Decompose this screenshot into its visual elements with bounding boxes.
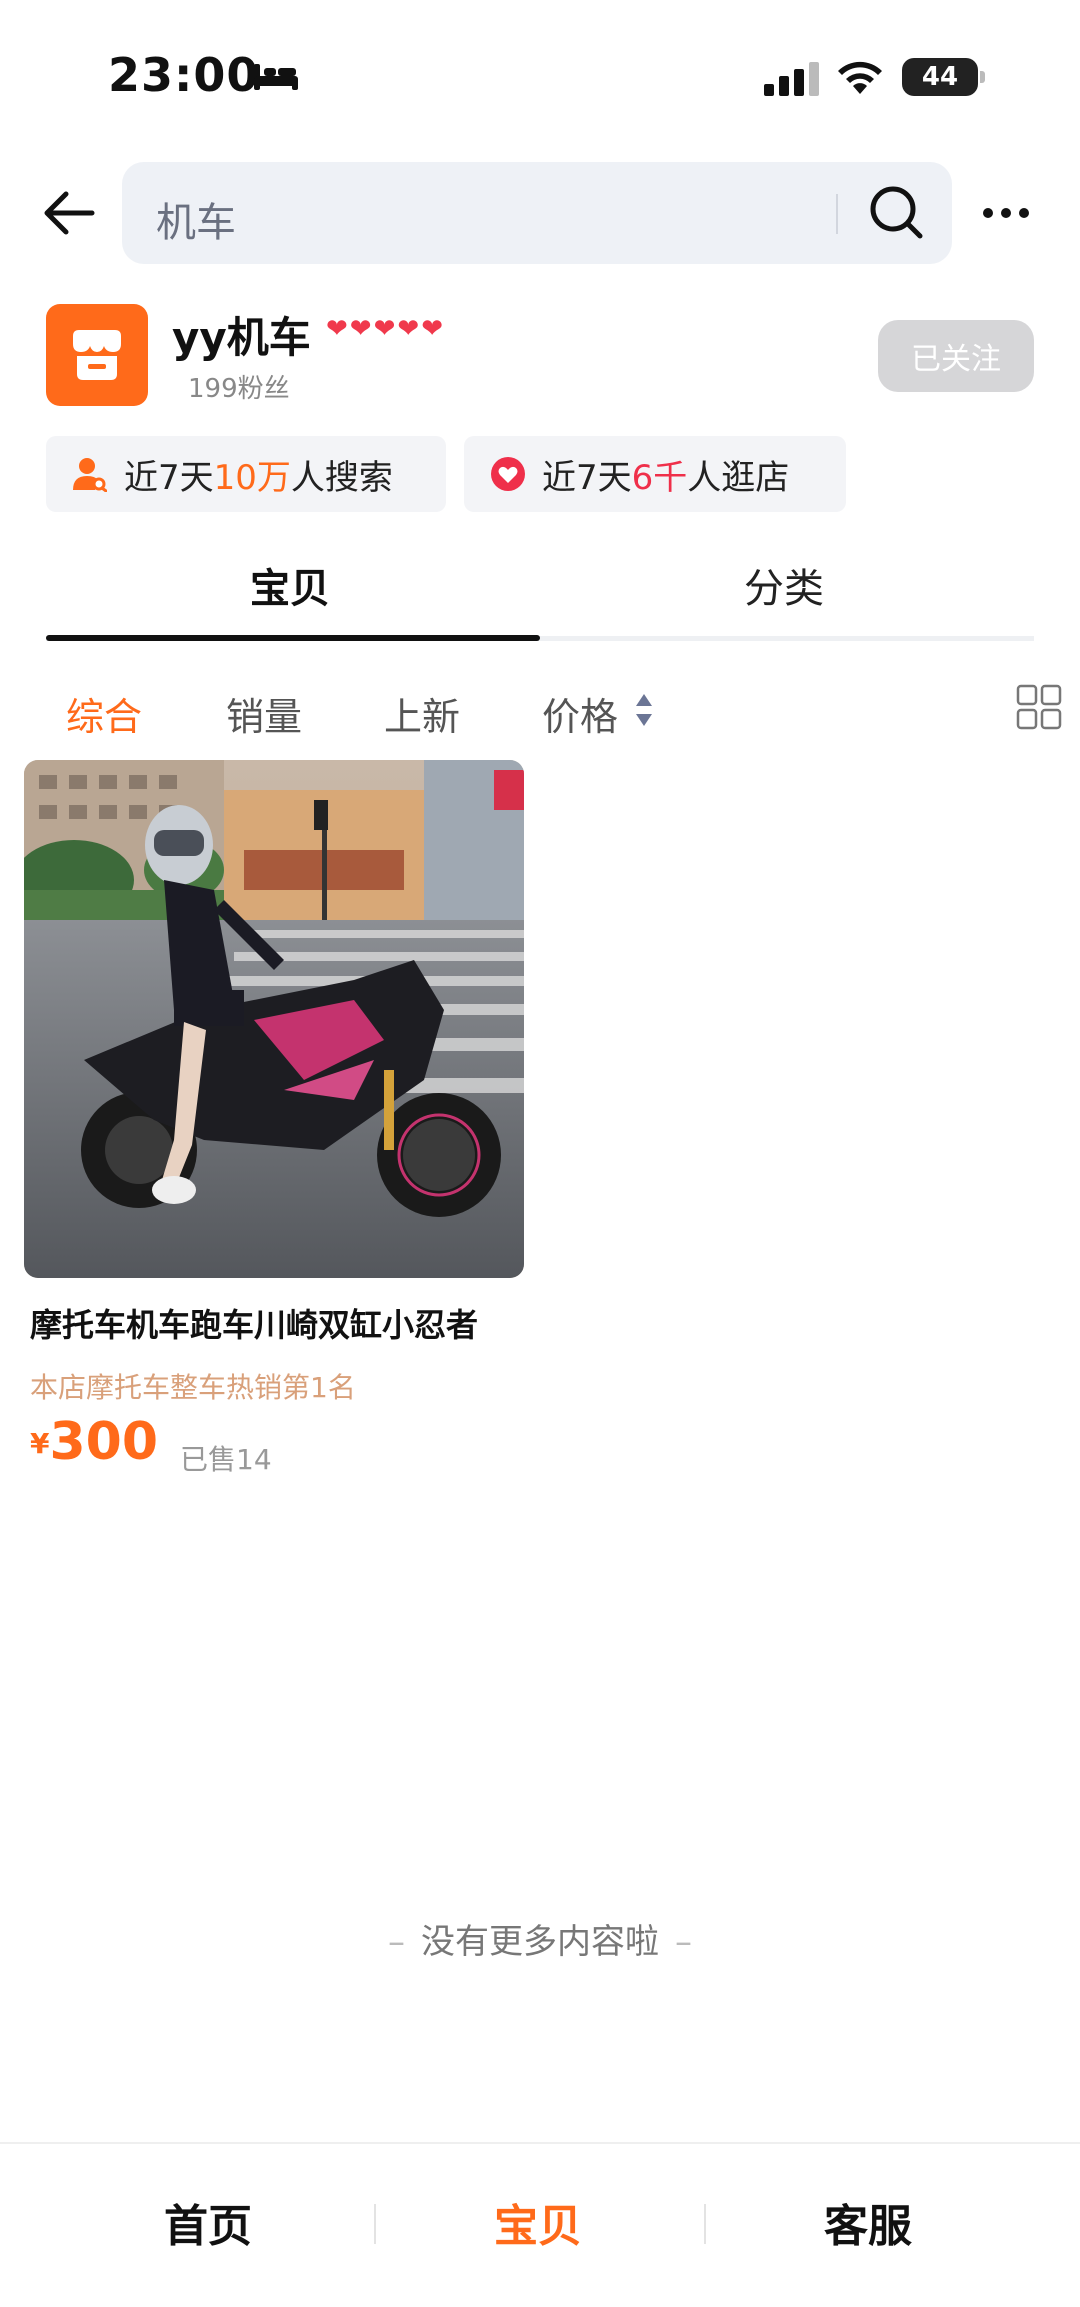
wifi-icon — [838, 61, 882, 94]
heart-icon: ❤ — [397, 314, 420, 344]
user-search-icon — [70, 454, 110, 494]
sleep-bed-icon — [254, 64, 298, 90]
nav-divider — [374, 2204, 376, 2244]
sort-arrows-icon[interactable] — [634, 692, 654, 728]
heart-badge-icon — [488, 454, 528, 494]
search-divider — [836, 194, 838, 234]
nav-customer-service[interactable]: 客服 — [824, 2190, 912, 2254]
shop-fans-count: 199粉丝 — [188, 374, 290, 404]
heart-icon: ❤ — [349, 314, 372, 344]
back-arrow-icon[interactable] — [42, 188, 96, 238]
heart-icon: ❤ — [421, 314, 443, 344]
visit-stat-suffix: 人逛店 — [687, 457, 790, 498]
nav-divider — [704, 2204, 706, 2244]
price-value: 300 — [49, 1412, 159, 1472]
product-title[interactable]: 摩托车机车跑车川崎双缸小忍者 — [30, 1300, 478, 1346]
heart-icon: ❤ — [326, 314, 348, 344]
search-stat-chip: 近7天 10万 人搜索 — [46, 436, 446, 512]
heart-icon: ❤ — [373, 314, 396, 344]
search-stat-number: 10万 — [213, 457, 291, 498]
sort-new[interactable]: 上新 — [384, 686, 460, 741]
more-options-icon[interactable] — [980, 200, 1032, 226]
grid-view-icon[interactable] — [1016, 684, 1062, 730]
tab-products[interactable]: 宝贝 — [250, 556, 330, 614]
search-stat-suffix: 人搜索 — [290, 457, 393, 498]
price-currency: ¥ — [30, 1427, 50, 1460]
followed-button[interactable]: 已关注 — [878, 320, 1034, 392]
shop-rating-hearts: ❤ ❤ ❤ ❤ ❤ — [326, 314, 443, 344]
bottom-nav: 首页 宝贝 客服 — [0, 2142, 1080, 2307]
nav-home[interactable]: 首页 — [164, 2190, 252, 2254]
search-icon[interactable] — [866, 182, 926, 242]
no-more-content: – 没有更多内容啦 – — [388, 1922, 692, 1962]
battery-indicator: 44 — [902, 58, 985, 96]
sort-comprehensive[interactable]: 综合 — [66, 686, 142, 741]
product-rank-tag: 本店摩托车整车热销第1名 — [30, 1371, 356, 1404]
store-icon — [73, 330, 121, 380]
shop-name[interactable]: yy机车 — [172, 304, 311, 365]
visit-stat-prefix: 近7天 — [542, 457, 632, 498]
search-query-text[interactable]: 机车 — [156, 190, 236, 248]
tab-active-indicator — [46, 635, 540, 641]
no-more-text: 没有更多内容啦 — [421, 1922, 659, 1962]
search-stat-prefix: 近7天 — [124, 457, 214, 498]
shop-logo[interactable] — [46, 304, 148, 406]
search-bar[interactable]: 机车 — [122, 162, 952, 264]
status-bar: 23:00 44 — [0, 0, 1080, 150]
sort-sales[interactable]: 销量 — [226, 686, 302, 741]
sort-price[interactable]: 价格 — [542, 686, 618, 741]
status-time: 23:00 — [108, 48, 260, 102]
nav-products[interactable]: 宝贝 — [494, 2190, 582, 2254]
signal-icon — [764, 62, 819, 96]
product-price: ¥300 — [30, 1412, 158, 1472]
visit-stat-number: 6千 — [631, 457, 688, 498]
visit-stat-chip: 近7天 6千 人逛店 — [464, 436, 846, 512]
product-sold-count: 已售14 — [180, 1443, 272, 1476]
tab-category[interactable]: 分类 — [744, 556, 824, 614]
product-card[interactable]: 摩托车机车跑车川崎双缸小忍者 本店摩托车整车热销第1名 ¥300 已售14 — [24, 760, 524, 1480]
product-image[interactable] — [24, 760, 524, 1278]
